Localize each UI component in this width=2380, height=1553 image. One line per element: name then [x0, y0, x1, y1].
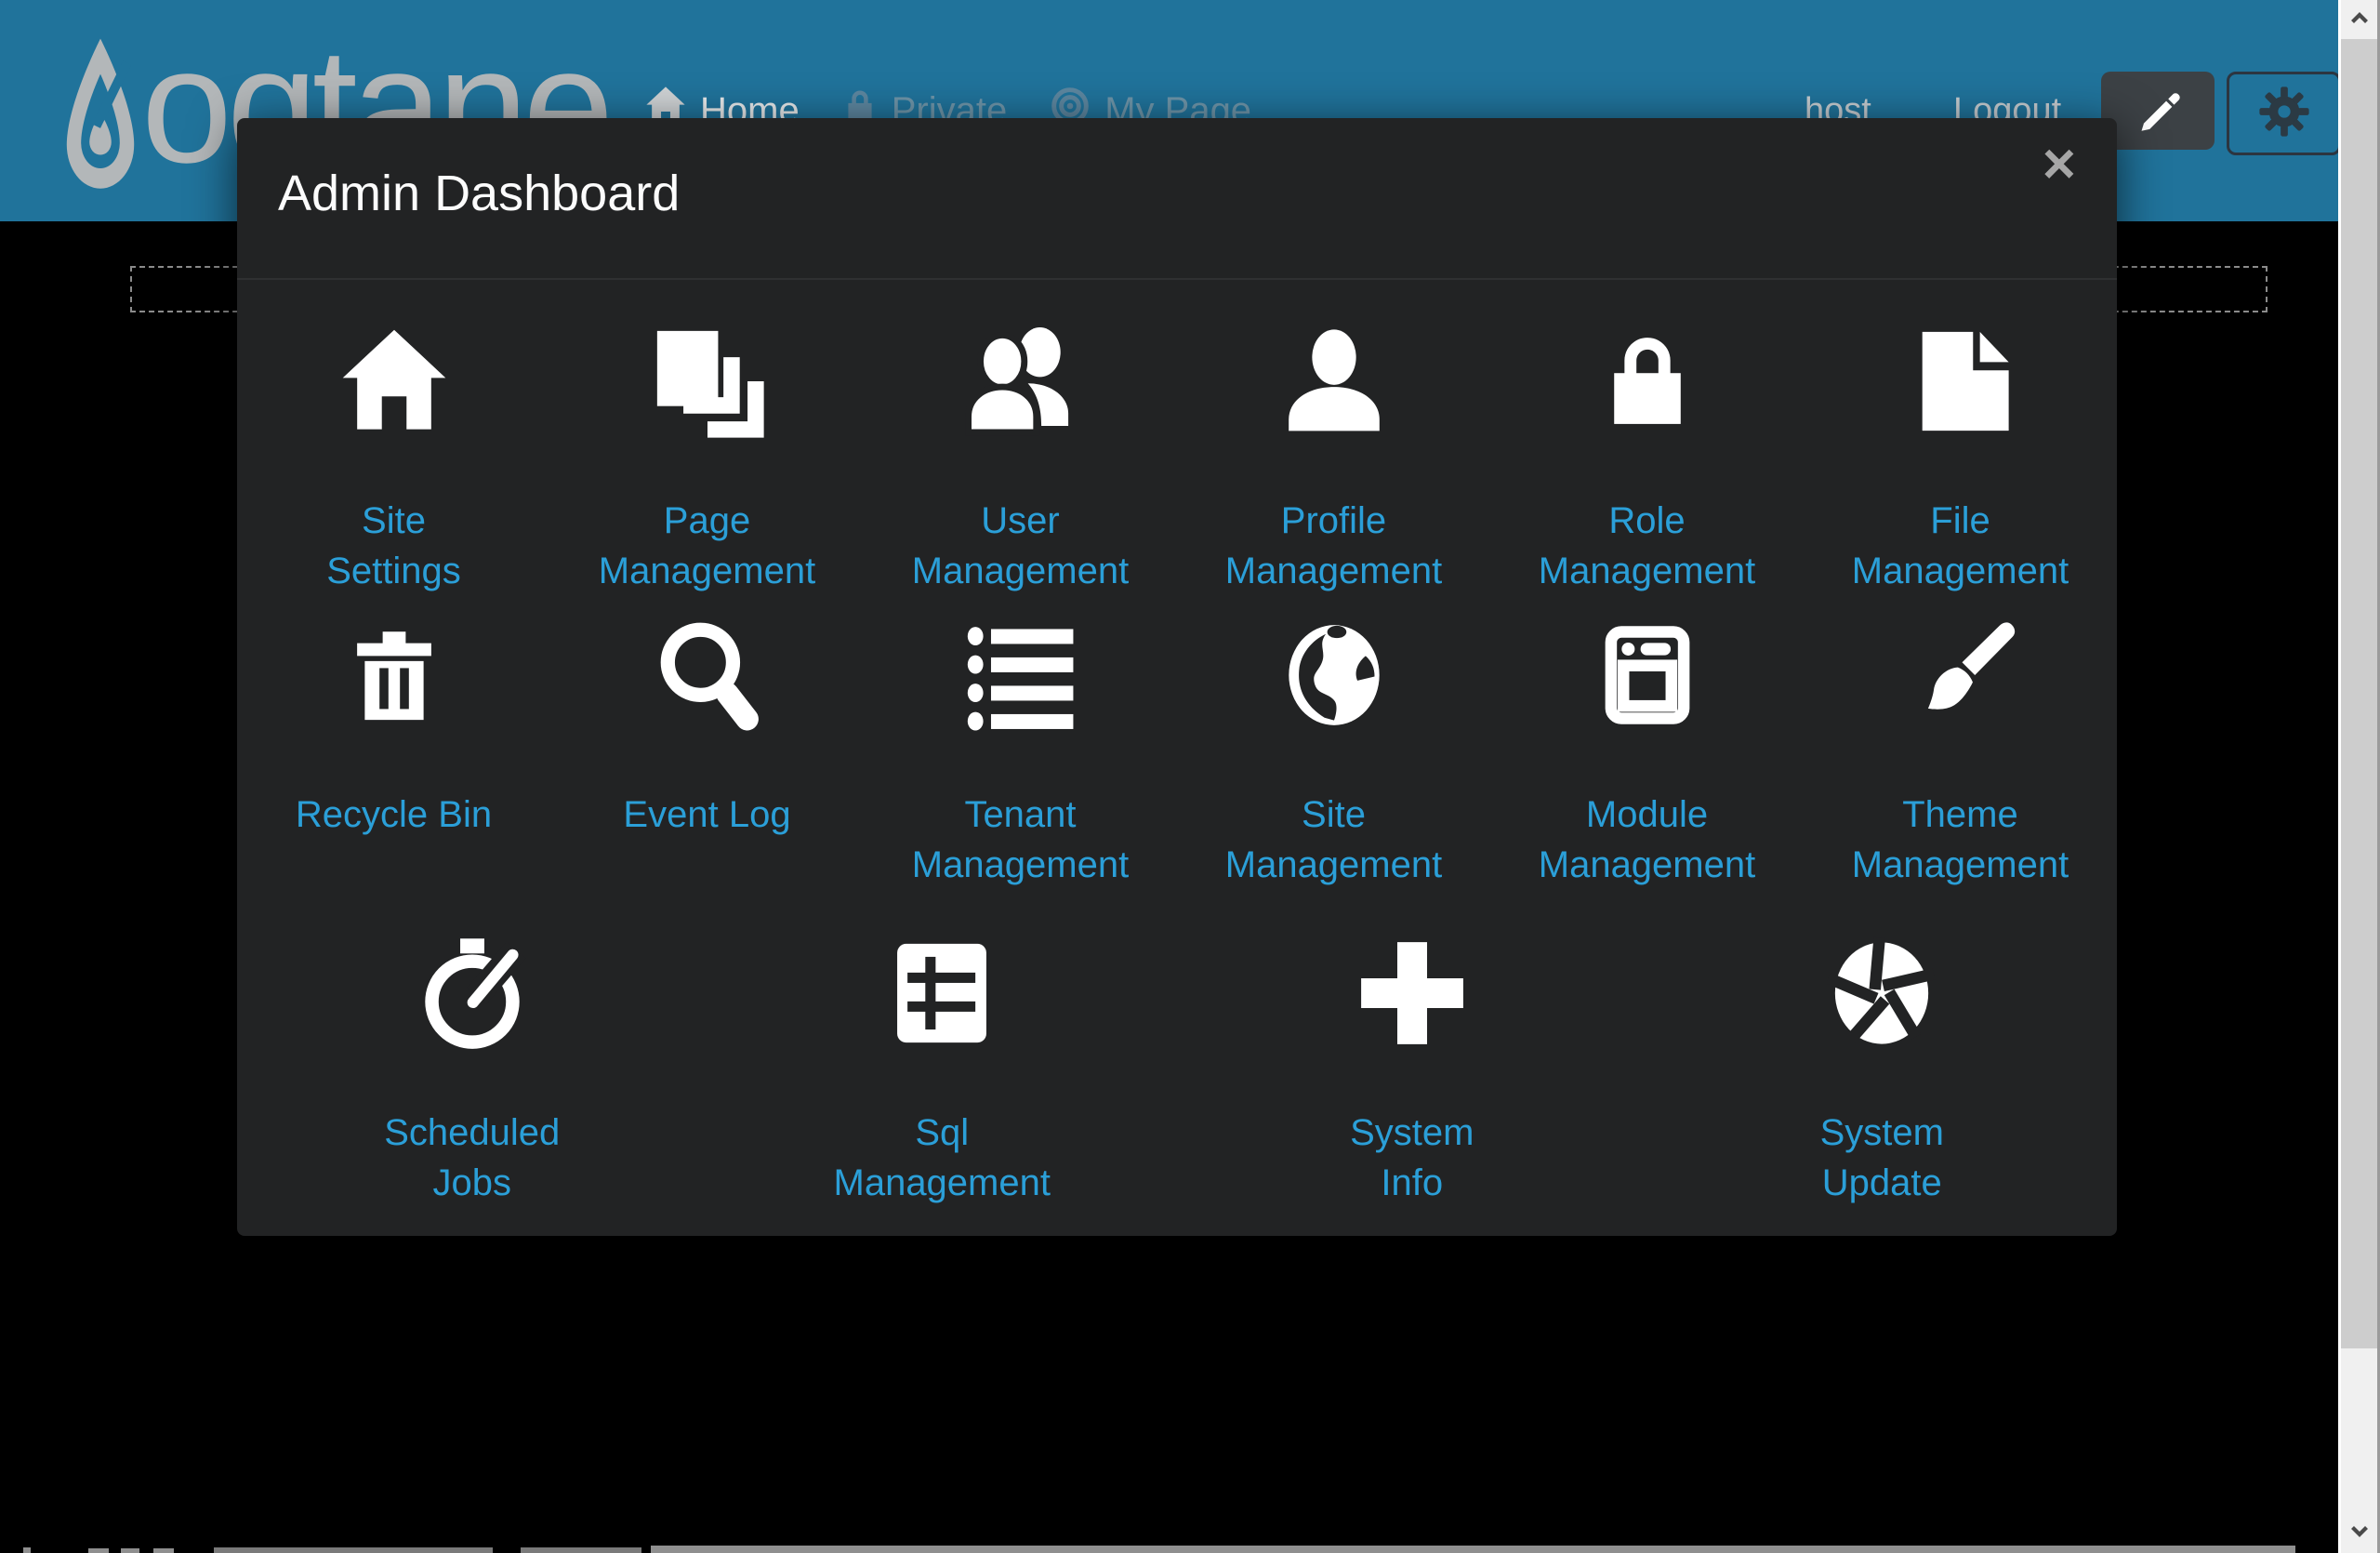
tile-label: Profile Management	[1225, 496, 1442, 596]
browser-icon	[1593, 618, 1702, 732]
tile-site-management[interactable]: Site Management	[1177, 618, 1490, 890]
scroll-up-button[interactable]	[2341, 0, 2377, 39]
modal-title: Admin Dashboard	[278, 165, 680, 222]
tile-label: Theme Management	[1852, 790, 2069, 890]
scroll-down-button[interactable]	[2341, 1514, 2377, 1553]
tile-label: Tenant Management	[912, 790, 1129, 890]
tile-site-settings[interactable]: Site Settings	[237, 325, 550, 596]
tile-label: User Management	[912, 496, 1129, 596]
tile-row: Site Settings Page Management	[237, 325, 2117, 596]
home-icon	[336, 325, 453, 438]
globe-icon	[1279, 618, 1389, 732]
tile-tenant-management[interactable]: Tenant Management	[864, 618, 1177, 890]
admin-dashboard-modal: Admin Dashboard × Site Settings Page Man…	[237, 118, 2117, 1236]
trash-icon	[343, 618, 445, 732]
tile-event-log[interactable]: Event Log	[550, 618, 864, 890]
page: oqtane Home Private My Page hos	[0, 0, 2380, 1553]
tile-label: Page Management	[599, 496, 815, 596]
pencil-icon	[2135, 86, 2181, 137]
medical-cross-icon	[1355, 936, 1469, 1050]
tile-row: Scheduled Jobs Sql Management Syste	[237, 936, 2117, 1208]
tile-label: System Update	[1820, 1108, 1944, 1208]
lock-icon	[1597, 325, 1698, 438]
tile-recycle-bin[interactable]: Recycle Bin	[237, 618, 550, 890]
aperture-icon	[1827, 936, 1937, 1050]
tile-label: Event Log	[623, 790, 790, 890]
magnifying-glass-icon	[651, 618, 764, 732]
timer-icon	[416, 936, 529, 1050]
edit-mode-button[interactable]	[2101, 72, 2215, 150]
layers-icon	[651, 325, 764, 438]
chevron-up-icon	[2347, 9, 2372, 31]
tile-label: Site Settings	[326, 496, 461, 596]
modal-header: Admin Dashboard ×	[237, 118, 2117, 280]
spreadsheet-icon	[887, 936, 997, 1050]
bottom-cutoff-content	[0, 1544, 2338, 1553]
person-icon	[1277, 325, 1391, 438]
people-icon	[961, 325, 1080, 438]
tile-label: Module Management	[1539, 790, 1755, 890]
gear-icon	[2258, 86, 2310, 142]
brush-icon	[1904, 618, 2017, 732]
tile-theme-management[interactable]: Theme Management	[1804, 618, 2117, 890]
oqtane-drop-logo-icon	[58, 35, 143, 200]
close-icon[interactable]: ×	[2043, 131, 2076, 197]
tile-role-management[interactable]: Role Management	[1490, 325, 1804, 596]
tile-row: Recycle Bin Event Log Tenant Manage	[237, 618, 2117, 890]
tile-file-management[interactable]: File Management	[1804, 325, 2117, 596]
tile-profile-management[interactable]: Profile Management	[1177, 325, 1490, 596]
tile-system-update[interactable]: System Update	[1647, 936, 2118, 1208]
vertical-scrollbar[interactable]	[2338, 0, 2380, 1553]
tile-label: Sql Management	[834, 1108, 1051, 1208]
file-icon	[1906, 325, 2016, 438]
settings-button[interactable]	[2227, 72, 2341, 155]
list-icon	[963, 618, 1078, 732]
chevron-down-icon	[2347, 1523, 2372, 1545]
tile-user-management[interactable]: User Management	[864, 325, 1177, 596]
tile-label: File Management	[1852, 496, 2069, 596]
tile-page-management[interactable]: Page Management	[550, 325, 864, 596]
tile-system-info[interactable]: System Info	[1177, 936, 1647, 1208]
tile-label: Site Management	[1225, 790, 1442, 890]
scrollbar-thumb[interactable]	[2341, 39, 2377, 1348]
tile-label: Role Management	[1539, 496, 1755, 596]
tile-label: Recycle Bin	[296, 790, 492, 890]
tile-scheduled-jobs[interactable]: Scheduled Jobs	[237, 936, 707, 1208]
tile-module-management[interactable]: Module Management	[1490, 618, 1804, 890]
tile-label: System Info	[1350, 1108, 1474, 1208]
tile-sql-management[interactable]: Sql Management	[707, 936, 1178, 1208]
tile-label: Scheduled Jobs	[384, 1108, 560, 1208]
